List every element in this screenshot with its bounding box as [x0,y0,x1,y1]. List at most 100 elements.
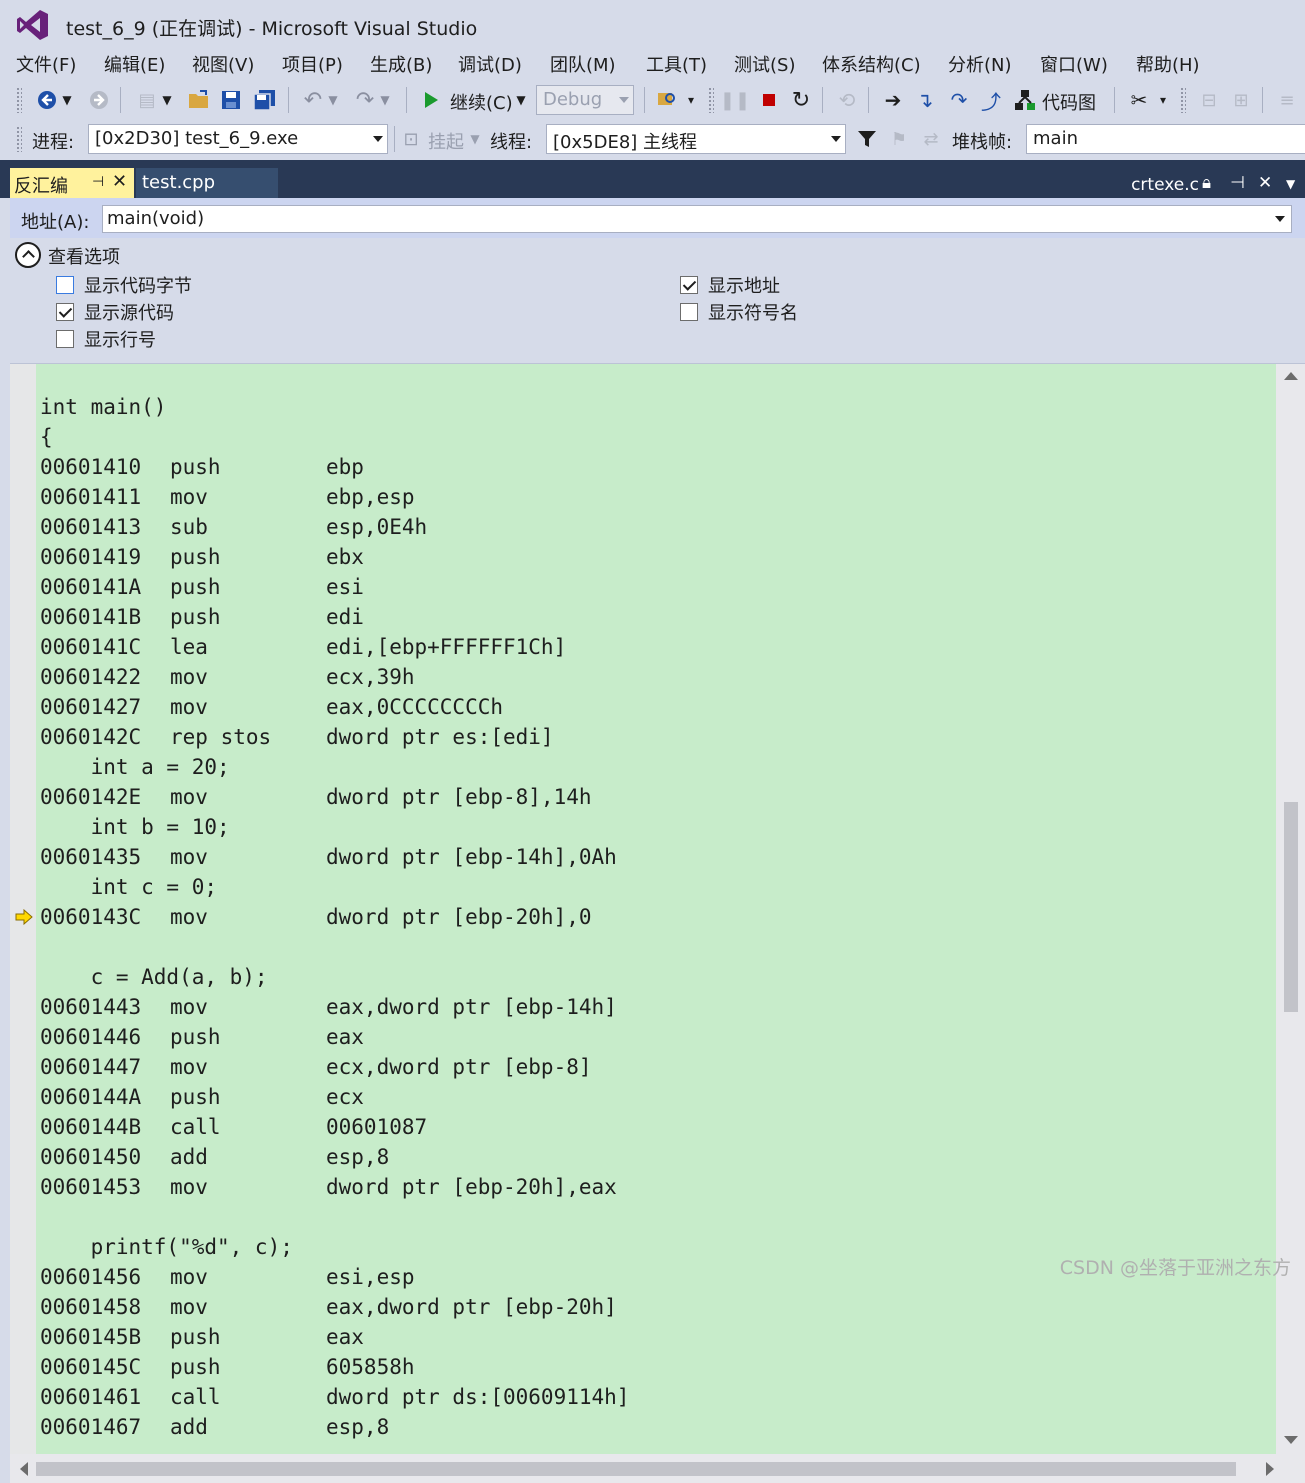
menu-file[interactable]: 文件(F) [14,51,78,77]
chevron-down-icon: ▼ [380,93,390,107]
asm-opcode: sub [170,515,208,539]
asm-opcode: push [170,605,221,629]
thread-select[interactable]: [0x5DE8] 主线程 [546,124,846,154]
show-address-checkbox[interactable]: 显示地址 [680,272,780,298]
asm-line: 0060143C mov dword ptr [ebp-20h],0 [40,902,629,932]
source-text: int b = 10; [40,815,230,839]
find-in-files-icon[interactable] [654,87,680,113]
code-map-icon[interactable] [1012,87,1038,113]
stop-debugging-icon[interactable] [756,87,782,113]
menu-tools[interactable]: 工具(T) [644,51,709,77]
stack-frame-select[interactable]: main [1026,124,1305,154]
toolbar-grip[interactable] [708,87,714,113]
step-out-icon[interactable]: ⤴ [978,87,1004,114]
menu-build[interactable]: 生成(B) [368,51,434,77]
show-source-checkbox[interactable]: 显示源代码 [56,299,174,325]
scroll-right-icon[interactable] [1266,1462,1274,1476]
menu-analyze[interactable]: 分析(N) [946,51,1014,77]
show-line-numbers-checkbox[interactable]: 显示行号 [56,326,156,352]
process-select[interactable]: [0x2D30] test_6_9.exe [88,124,388,154]
asm-line: 00601447 mov ecx,dword ptr [ebp-8] [40,1052,629,1082]
menu-project[interactable]: 项目(P) [280,51,345,77]
horizontal-scrollbar[interactable] [10,1454,1305,1483]
show-symbol-names-checkbox[interactable]: 显示符号名 [680,299,798,325]
step-over-icon[interactable]: ↷ [946,87,972,113]
toolbar-overflow-icon[interactable]: ▾ [1156,87,1170,113]
visual-studio-logo-icon [17,10,48,40]
chevron-down-icon[interactable]: ▼ [160,87,174,113]
restart-icon[interactable]: ↻ [788,87,814,113]
code-view[interactable]: int main() {00601410 push ebp 00601411 mov ebp… [36,364,1276,1454]
checkbox-box[interactable] [56,330,74,348]
step-into-icon[interactable]: ↴ [912,87,938,113]
code-map-button[interactable]: 代码图 [1042,89,1096,115]
scroll-thumb[interactable] [36,1462,1236,1476]
toolbar-grip[interactable] [16,87,22,113]
checkbox-box[interactable] [680,303,698,321]
open-file-icon[interactable] [186,87,212,113]
menu-window[interactable]: 窗口(W) [1038,51,1110,77]
asm-operands: dword ptr [ebp-20h],0 [326,905,592,929]
toolbar-grip[interactable] [1180,87,1186,113]
collapse-options-icon[interactable] [15,242,41,268]
menu-edit[interactable]: 编辑(E) [102,51,167,77]
tab-disassembly[interactable]: 反汇编 ⊣ ✕ [10,168,134,198]
navigate-back-icon[interactable] [34,87,60,113]
checkbox-box[interactable] [680,276,698,294]
asm-operands: ebx [326,545,364,569]
asm-line: 0060144B call 00601087 [40,1112,629,1142]
show-next-statement-icon[interactable]: ➔ [880,87,906,113]
window-title: test_6_9 (正在调试) - Microsoft Visual Studi… [66,18,478,40]
scroll-down-icon[interactable] [1284,1436,1298,1444]
checkbox-box[interactable] [56,303,74,321]
asm-line: 0060141A push esi [40,572,629,602]
source-line: int c = 0; [40,872,629,902]
toolbar-separator [644,87,645,113]
address-input[interactable]: main(void) [102,205,1292,233]
toolbar-grip[interactable] [16,126,22,152]
asm-operands: eax,dword ptr [ebp-14h] [326,995,617,1019]
save-all-icon[interactable] [252,87,278,113]
chevron-down-icon[interactable]: ▼ [1286,177,1295,191]
toolbar-overflow-icon[interactable]: ▾ [684,87,698,113]
asm-opcode: lea [170,635,208,659]
asm-address: 00601422 [40,665,142,689]
close-icon[interactable]: ✕ [1258,173,1272,193]
checkbox-box[interactable] [56,276,74,294]
pin-icon[interactable]: ⊣ [92,174,104,190]
show-code-bytes-checkbox[interactable]: 显示代码字节 [56,272,192,298]
close-icon[interactable]: ✕ [112,171,127,192]
scroll-left-icon[interactable] [20,1462,28,1476]
asm-address: 0060145C [40,1355,142,1379]
scroll-up-icon[interactable] [1284,372,1298,380]
menu-help[interactable]: 帮助(H) [1134,51,1202,77]
asm-line: 0060145C push 605858h [40,1352,629,1382]
keep-open-icon[interactable]: ⊣ [1230,173,1245,193]
menu-team[interactable]: 团队(M) [548,51,618,77]
asm-opcode: mov [170,695,208,719]
navigate-forward-icon [86,87,112,113]
asm-line: 00601456 mov esi,esp [40,1262,629,1292]
continue-button[interactable]: 继续(C) [450,89,513,115]
vertical-scrollbar[interactable] [1276,364,1305,1454]
preview-tab-crtexe[interactable]: crtexe.c [1131,175,1199,195]
save-icon[interactable] [218,87,244,113]
menu-debug[interactable]: 调试(D) [456,51,524,77]
asm-operands: ebp [326,455,364,479]
suspend-icon: ⊡ [403,128,419,150]
indicator-margin[interactable] [10,364,36,1454]
menu-view[interactable]: 视图(V) [190,51,256,77]
chevron-down-icon: ▼ [470,132,480,146]
filter-icon[interactable] [854,126,880,152]
asm-line: 0060141C lea edi,[ebp+FFFFFF1Ch] [40,632,629,662]
toolbar-separator [120,87,121,113]
tab-test-cpp[interactable]: test.cpp [136,168,278,198]
continue-icon[interactable] [418,87,444,113]
menu-architecture[interactable]: 体系结构(C) [820,51,923,77]
hex-display-icon[interactable]: ✂ [1126,87,1152,113]
scroll-thumb[interactable] [1284,802,1298,1012]
chevron-down-icon[interactable]: ▼ [60,87,74,113]
chevron-down-icon[interactable]: ▼ [514,87,528,113]
asm-line: 0060144A push ecx [40,1082,629,1112]
menu-test[interactable]: 测试(S) [732,51,797,77]
